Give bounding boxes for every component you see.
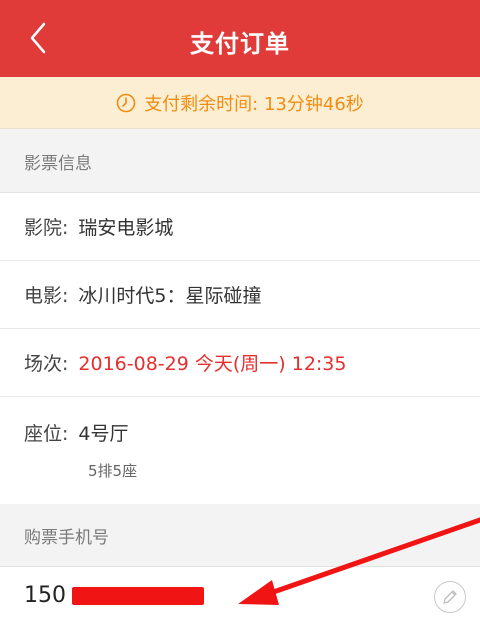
page-title: 支付订单: [190, 30, 290, 58]
phone-number: 150: [24, 583, 66, 608]
seat-detail: 5排5座: [88, 462, 138, 480]
phone-input-row[interactable]: 150: [0, 566, 480, 624]
session-value: 2016-08-29 今天(周一) 12:35: [78, 353, 347, 375]
movie-label: 电影:: [24, 285, 69, 307]
redaction-mark: [72, 586, 204, 605]
ticket-info-card: 影院: 瑞安电影城 电影: 冰川时代5：星际碰撞 场次: 2016-08-29 …: [0, 192, 480, 507]
movie-value: 冰川时代5：星际碰撞: [78, 285, 262, 307]
session-row: 场次: 2016-08-29 今天(周一) 12:35: [0, 329, 480, 397]
clock-icon: [116, 93, 136, 113]
seat-row: 座位: 4号厅 5排5座: [0, 397, 480, 507]
seat-line: 座位: 4号厅: [24, 419, 129, 446]
edit-phone-button[interactable]: [434, 581, 466, 613]
session-label: 场次:: [24, 353, 69, 375]
cinema-row: 影院: 瑞安电影城: [0, 193, 480, 261]
seat-label: 座位:: [24, 423, 69, 445]
payment-timer-bar: 支付剩余时间: 13分钟46秒: [0, 77, 480, 129]
phone-heading: 购票手机号: [0, 504, 480, 566]
timer-text: 支付剩余时间: 13分钟46秒: [144, 93, 364, 115]
cinema-label: 影院:: [24, 217, 69, 239]
ticket-info-heading: 影票信息: [0, 130, 480, 192]
cinema-value: 瑞安电影城: [78, 217, 174, 239]
pencil-icon: [443, 590, 457, 604]
movie-row: 电影: 冰川时代5：星际碰撞: [0, 261, 480, 329]
app-header: 支付订单: [0, 0, 480, 77]
seat-value: 4号厅: [78, 423, 129, 445]
